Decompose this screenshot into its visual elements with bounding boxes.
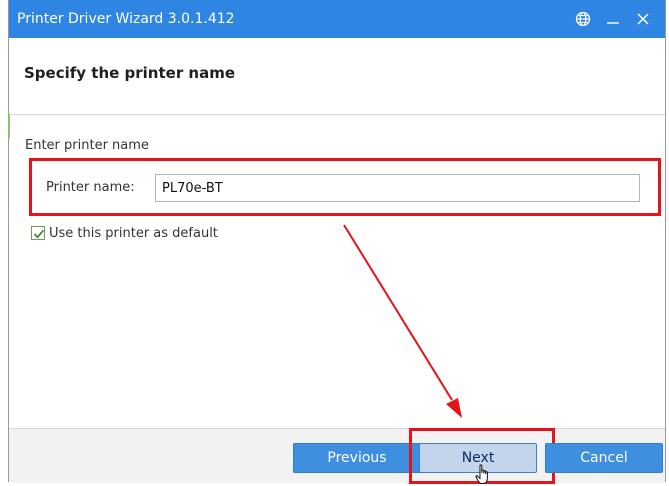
default-printer-option[interactable]: Use this printer as default [31, 223, 218, 243]
default-printer-label: Use this printer as default [49, 225, 218, 241]
printer-name-input[interactable] [155, 174, 640, 202]
checkmark-icon [33, 229, 45, 239]
minimize-icon[interactable] [605, 11, 621, 27]
printer-name-highlight: Printer name: [29, 158, 661, 216]
cancel-button[interactable]: Cancel [545, 443, 663, 473]
globe-icon[interactable] [575, 11, 591, 27]
previous-button[interactable]: Previous [293, 443, 421, 473]
title-bar[interactable]: Printer Driver Wizard 3.0.1.412 [9, 0, 665, 38]
hand-cursor-icon [475, 464, 488, 484]
printer-driver-wizard-window: Printer Driver Wizard 3.0.1.412 Specify … [8, 0, 666, 484]
page-title: Specify the printer name [24, 64, 236, 82]
window-controls [575, 8, 651, 30]
wizard-footer: Previous Next Cancel [9, 428, 665, 484]
wizard-header: Specify the printer name [9, 38, 665, 115]
default-printer-checkbox[interactable] [31, 226, 45, 240]
section-label: Enter printer name [25, 138, 149, 153]
window-title: Printer Driver Wizard 3.0.1.412 [17, 11, 235, 27]
close-icon[interactable] [635, 11, 651, 27]
printer-name-label: Printer name: [46, 180, 135, 195]
side-accent [8, 114, 10, 138]
